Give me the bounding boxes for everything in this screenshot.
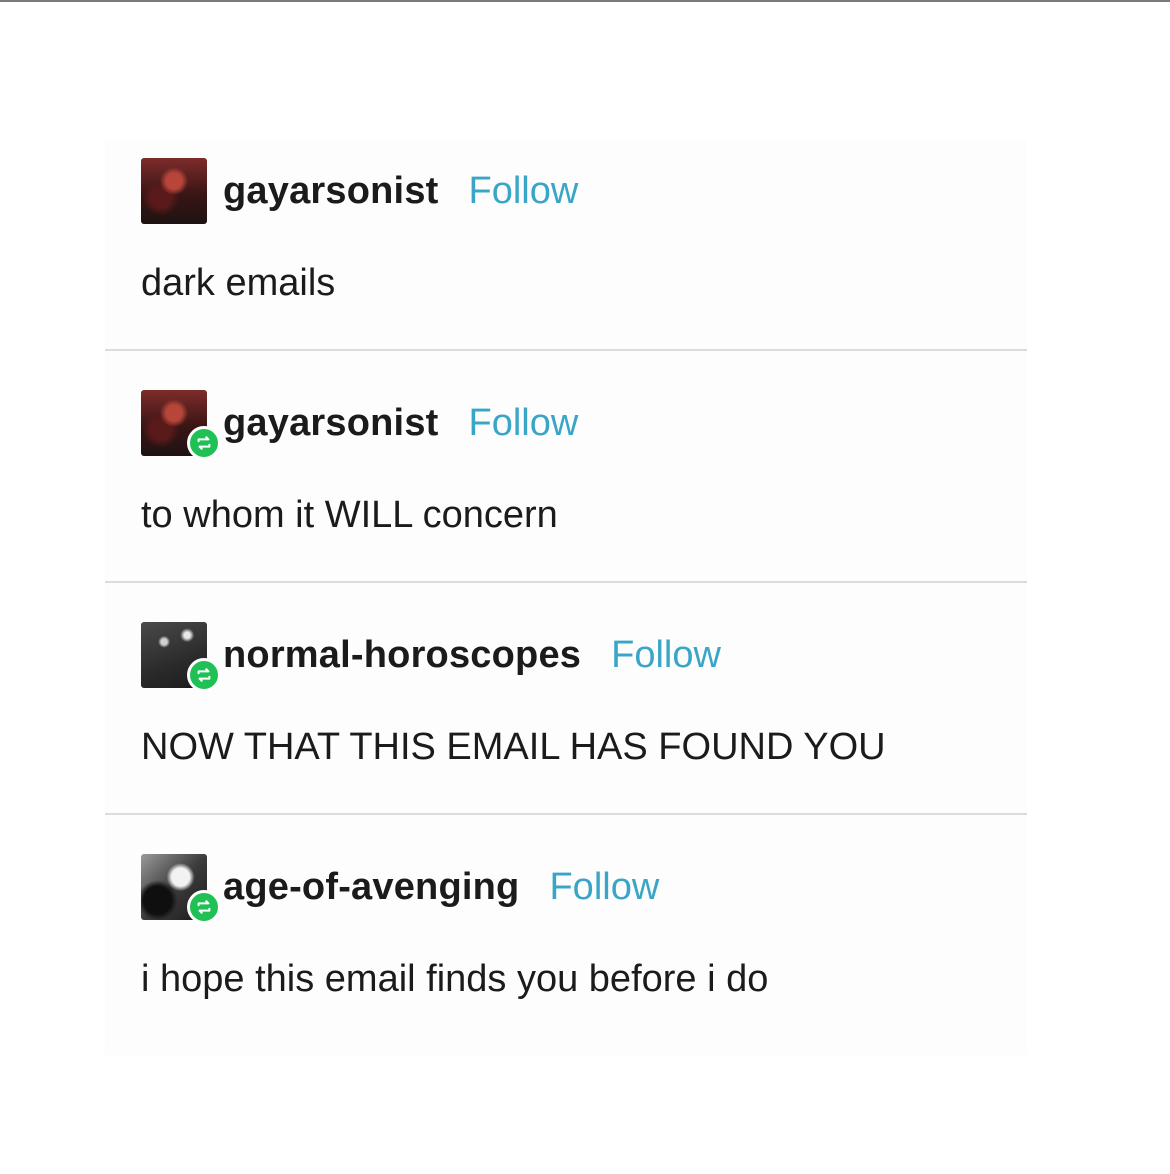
avatar[interactable] [141,390,221,460]
post-text: dark emails [141,262,336,304]
post-reblog-1: gayarsonist Follow to whom it WILL conce… [105,372,1027,604]
post-reblog-3: age-of-avenging Follow i hope this email… [105,836,1027,1068]
post-text: NOW THAT THIS EMAIL HAS FOUND YOU [141,726,886,768]
top-border-line [0,0,1170,2]
post-reblog-2: normal-horoscopes Follow NOW THAT THIS E… [105,604,1027,836]
follow-button[interactable]: Follow [469,402,579,445]
post-header: age-of-avenging Follow [141,854,659,924]
follow-button[interactable]: Follow [469,170,579,213]
reblog-icon [187,426,221,460]
divider [105,813,1027,815]
username[interactable]: normal-horoscopes [223,634,581,677]
post-original: gayarsonist Follow dark emails [105,140,1027,372]
reblog-icon [187,658,221,692]
post-header: normal-horoscopes Follow [141,622,721,692]
follow-button[interactable]: Follow [549,866,659,909]
post-text: i hope this email finds you before i do [141,958,769,1000]
username[interactable]: gayarsonist [223,402,439,445]
avatar[interactable] [141,622,221,692]
divider [105,349,1027,351]
avatar[interactable] [141,158,207,224]
reblog-icon [187,890,221,924]
username[interactable]: age-of-avenging [223,866,519,909]
divider [105,581,1027,583]
username[interactable]: gayarsonist [223,170,439,213]
post-text: to whom it WILL concern [141,494,558,536]
post-header: gayarsonist Follow [141,390,579,460]
follow-button[interactable]: Follow [611,634,721,677]
avatar[interactable] [141,854,221,924]
avatar-image [141,158,207,224]
reblog-thread: gayarsonist Follow dark emails gayarsoni… [105,140,1027,1055]
post-header: gayarsonist Follow [141,158,578,224]
